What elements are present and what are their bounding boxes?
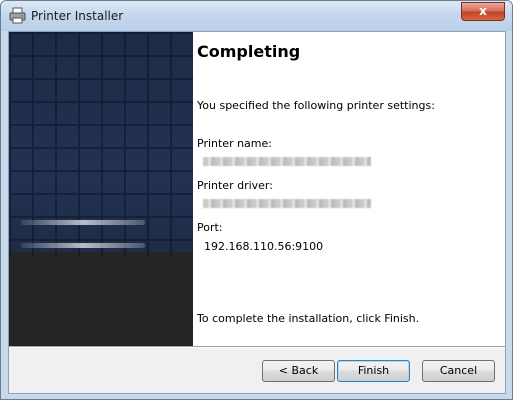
wizard-client-area: Completing You specified the following p…: [8, 31, 506, 394]
cancel-button[interactable]: Cancel: [422, 360, 495, 382]
title-bar[interactable]: Printer Installer x: [1, 1, 512, 31]
finish-button[interactable]: Finish: [337, 360, 410, 382]
port-label: Port:: [197, 221, 223, 234]
page-heading: Completing: [197, 42, 301, 61]
wizard-content: Completing You specified the following p…: [9, 32, 505, 346]
button-separator: [9, 346, 505, 348]
installer-window: Printer Installer x Completing You speci…: [0, 0, 513, 400]
close-button[interactable]: x: [461, 2, 505, 21]
footer-instruction: To complete the installation, click Fini…: [197, 312, 420, 325]
wizard-side-image: [9, 32, 193, 346]
side-image-highlight: [21, 243, 145, 248]
port-value: 192.168.110.56:9100: [204, 240, 324, 253]
printer-icon: [9, 7, 26, 24]
printer-driver-label: Printer driver:: [197, 179, 273, 192]
back-button[interactable]: < Back: [262, 360, 335, 382]
side-image-highlight: [21, 220, 145, 225]
close-icon: x: [479, 4, 487, 18]
window-title: Printer Installer: [31, 9, 124, 23]
printer-name-value-redacted: [203, 157, 371, 166]
intro-text: You specified the following printer sett…: [197, 99, 435, 112]
printer-name-label: Printer name:: [197, 137, 272, 150]
printer-driver-value-redacted: [203, 199, 371, 208]
